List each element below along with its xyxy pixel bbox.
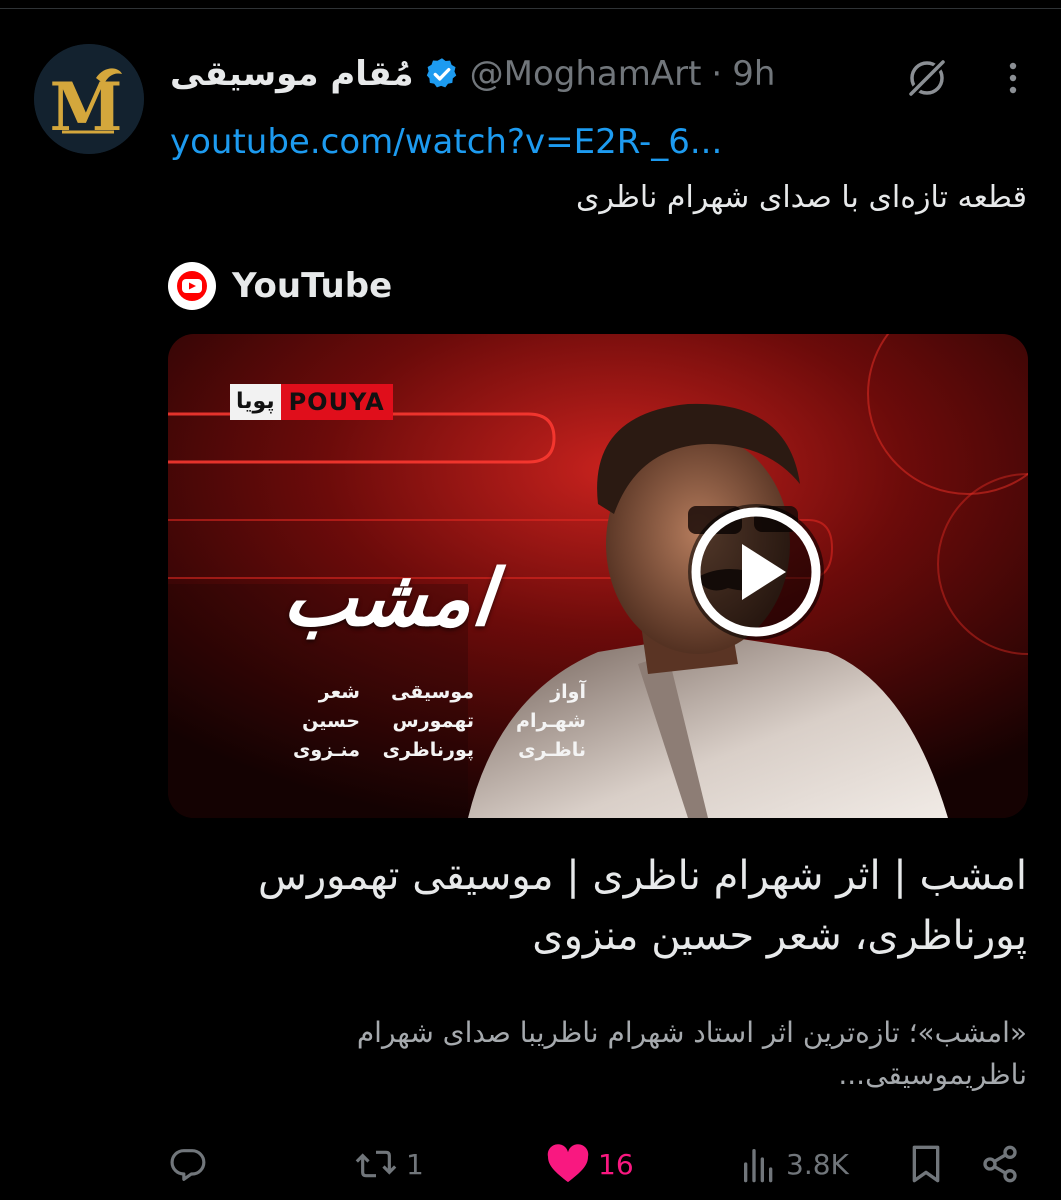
- share-icon: [983, 1145, 1017, 1183]
- views-button[interactable]: 3.8K: [740, 1138, 849, 1190]
- credit-role: شعر: [318, 681, 360, 703]
- credit-name-last: ناظـری: [518, 739, 586, 761]
- separator-dot: ·: [711, 54, 723, 94]
- view-count: 3.8K: [786, 1147, 849, 1181]
- credit-name-last: منـزوی: [292, 739, 360, 761]
- card-title[interactable]: امشب | اثر شهرام ناظری | موسیقی تهمورس پ…: [167, 846, 1027, 966]
- play-icon: [691, 507, 821, 637]
- brand-label: پویا POUYA: [230, 384, 393, 420]
- retweet-button[interactable]: 1: [354, 1138, 424, 1190]
- author-row: مُقام موسیقی @MoghamArt · 9h: [170, 48, 775, 100]
- avatar[interactable]: M: [34, 44, 144, 154]
- card-source[interactable]: YouTube: [168, 262, 392, 310]
- reply-button[interactable]: [168, 1138, 216, 1190]
- more-options-icon[interactable]: [1001, 54, 1025, 102]
- credit-name-first: شهـرام: [516, 710, 586, 732]
- credit-role: آواز: [550, 681, 586, 703]
- heart-icon: [547, 1144, 589, 1183]
- retweet-icon: [355, 1150, 397, 1178]
- share-button[interactable]: [980, 1138, 1020, 1190]
- credit-vocals: آواز شهـرام ناظـری: [500, 678, 586, 765]
- retweet-count: 1: [406, 1147, 424, 1181]
- tweet-text: قطعه تازه‌ای با صدای شهرام ناظری: [575, 180, 1027, 215]
- youtube-play-icon: [168, 262, 216, 310]
- verified-badge-icon: [426, 58, 456, 88]
- credit-music: موسیقی تهمورس پورناظری: [382, 678, 474, 765]
- action-bar: 1 16 3.8K: [168, 1138, 1024, 1190]
- top-divider: [0, 8, 1061, 9]
- views-chart-icon: [744, 1149, 773, 1183]
- bookmark-icon: [912, 1145, 940, 1183]
- author-handle[interactable]: @MoghamArt: [470, 54, 702, 94]
- credit-poem: شعر حسین منـزوی: [280, 678, 360, 765]
- tweet-link[interactable]: youtube.com/watch?v=E2R-_6...: [170, 122, 722, 162]
- play-button[interactable]: [688, 504, 824, 640]
- credit-name-first: حسین: [302, 710, 360, 732]
- svg-text:M: M: [49, 68, 122, 146]
- grok-icon[interactable]: [903, 54, 951, 102]
- credit-name-last: پورناظری: [382, 739, 474, 761]
- song-title: امشب: [279, 554, 499, 644]
- bookmark-button[interactable]: [908, 1138, 944, 1190]
- credit-role: موسیقی: [390, 681, 474, 703]
- tweet-header: مُقام موسیقی @MoghamArt · 9h: [170, 48, 1061, 104]
- reply-icon: [170, 1149, 206, 1181]
- video-thumbnail[interactable]: پویا POUYA امشب شعر حسین منـزوی موسیقی ت…: [168, 334, 1028, 818]
- brand-persian: پویا: [230, 384, 281, 420]
- brand-latin: POUYA: [280, 384, 393, 420]
- like-button[interactable]: 16: [546, 1138, 634, 1190]
- like-count: 16: [598, 1147, 634, 1181]
- card-description: «امشب»؛ تازه‌ترین اثر استاد شهرام ناظریب…: [356, 1016, 1027, 1091]
- display-name[interactable]: مُقام موسیقی: [170, 54, 414, 94]
- credit-name-first: تهمورس: [392, 710, 474, 732]
- avatar-logo-icon: M: [34, 44, 144, 154]
- timestamp[interactable]: 9h: [732, 54, 775, 94]
- source-name: YouTube: [232, 266, 393, 306]
